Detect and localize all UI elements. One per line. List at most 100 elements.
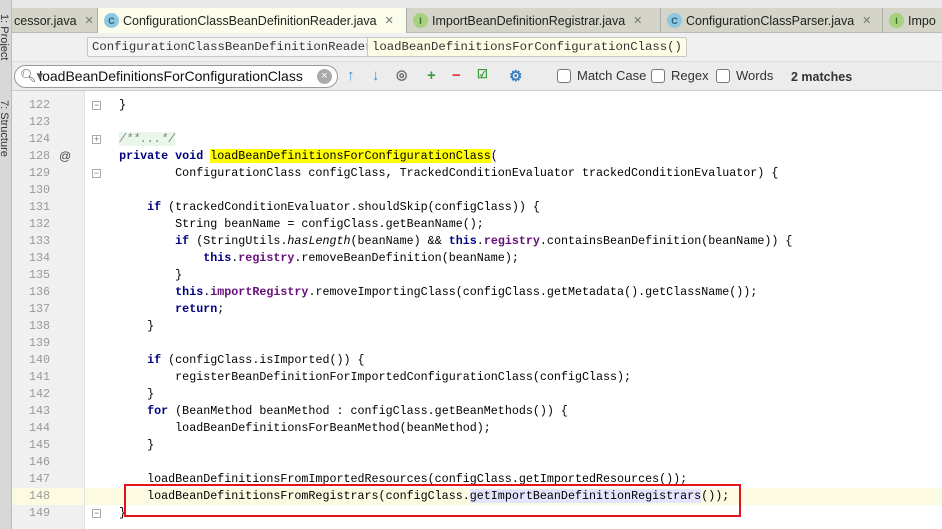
match-count: 2 matches [791, 70, 853, 84]
code-text: String beanName = configClass.getBeanNam… [91, 216, 484, 233]
tab-4[interactable]: I Impo [883, 8, 942, 33]
code-token: registry [483, 234, 540, 248]
code-token: importRegistry [210, 285, 309, 299]
code-line[interactable]: loadBeanDefinitionsForBeanMethod(beanMet… [85, 420, 942, 437]
code-text: return; [91, 301, 224, 318]
code-token: if [175, 234, 197, 248]
tab-label: ConfigurationClassParser.java [686, 13, 855, 28]
code-line[interactable]: } [85, 267, 942, 284]
tab-1[interactable]: C ConfigurationClassBeanDefinitionReader.… [98, 8, 407, 33]
close-tab-icon[interactable]: ✕ [862, 14, 871, 27]
code-line[interactable]: if (StringUtils.hasLength(beanName) && t… [85, 233, 942, 250]
code-text: private void loadBeanDefinitionsForConfi… [91, 148, 498, 165]
code-line[interactable] [85, 114, 942, 131]
search-input[interactable]: 🔍︎▾ loadBeanDefinitionsForConfigurationC… [14, 65, 338, 88]
code-line[interactable] [85, 335, 942, 352]
words-checkbox[interactable]: Words [716, 68, 773, 83]
code-line[interactable]: } [85, 437, 942, 454]
override-marker-icon[interactable]: @ [59, 148, 71, 165]
close-tab-icon[interactable]: ✕ [633, 14, 642, 27]
code-token: .removeImportingClass(configClass.getMet… [308, 285, 758, 299]
tab-2[interactable]: I ImportBeanDefinitionRegistrar.java ✕ [407, 8, 661, 33]
structure-tool-button[interactable]: 7: Structure [0, 100, 10, 157]
code-token: ( [490, 149, 498, 163]
breadcrumb-class[interactable]: ConfigurationClassBeanDefinitionReader [87, 37, 378, 57]
code-text: loadBeanDefinitionsForBeanMethod(beanMet… [91, 420, 491, 437]
code-text: } [91, 437, 154, 454]
tab-3[interactable]: C ConfigurationClassParser.java ✕ [661, 8, 883, 33]
tab-0[interactable]: cessor.java ✕ [12, 8, 98, 33]
code-token: this [175, 285, 204, 299]
select-all-occurrences-icon[interactable]: ◎ [396, 67, 407, 83]
code-token: } [91, 438, 155, 452]
toggle-occurrence-icon[interactable]: ☑ [477, 67, 488, 81]
line-number: 140 [28, 353, 50, 367]
tab-label: ConfigurationClassBeanDefinitionReader.j… [123, 13, 377, 28]
code-line[interactable]: if (trackedConditionEvaluator.shouldSkip… [85, 199, 942, 216]
code-line[interactable]: private void loadBeanDefinitionsForConfi… [85, 148, 942, 165]
line-number: 145 [28, 438, 50, 452]
code-text: } [91, 318, 154, 335]
code-text: } [91, 267, 182, 284]
search-icon[interactable]: 🔍︎▾ [20, 68, 43, 84]
line-number: 131 [28, 200, 50, 214]
code-line[interactable] [85, 182, 942, 199]
code-token: } [91, 387, 155, 401]
code-token: registry [238, 251, 295, 265]
code-line[interactable]: ConfigurationClass configClass, TrackedC… [85, 165, 942, 182]
close-tab-icon[interactable]: ✕ [385, 14, 394, 27]
code-text: for (BeanMethod beanMethod : configClass… [91, 403, 568, 420]
regex-checkbox[interactable]: Regex [651, 68, 709, 83]
interface-icon: I [413, 13, 428, 28]
remove-occurrence-icon[interactable]: − [452, 67, 461, 84]
code-token: ; [217, 302, 225, 316]
code-line[interactable]: for (BeanMethod beanMethod : configClass… [85, 403, 942, 420]
code-line[interactable]: registerBeanDefinitionForImportedConfigu… [85, 369, 942, 386]
code-line[interactable]: } [85, 386, 942, 403]
code-text: this.importRegistry.removeImportingClass… [91, 284, 757, 301]
line-number: 148 [28, 489, 50, 503]
code-line[interactable] [85, 454, 942, 471]
match-case-checkbox[interactable]: Match Case [557, 68, 646, 83]
search-value: loadBeanDefinitionsForConfigurationClass [39, 68, 303, 84]
line-number: 124 [28, 132, 50, 146]
search-match: loadBeanDefinitionsForConfigurationClass [210, 149, 491, 163]
previous-occurrence-icon[interactable]: ↑ [347, 67, 355, 84]
interface-icon: I [889, 13, 904, 28]
code-line[interactable]: String beanName = configClass.getBeanNam… [85, 216, 942, 233]
code-token: private void [119, 149, 211, 163]
regex-label: Regex [671, 68, 709, 83]
code-line[interactable]: } [85, 97, 942, 114]
line-number: 142 [28, 387, 50, 401]
line-number: 130 [28, 183, 50, 197]
top-bar [12, 0, 942, 8]
code-line[interactable]: if (configClass.isImported()) { [85, 352, 942, 369]
code-token: this [203, 251, 232, 265]
project-tool-button[interactable]: 1: Project [0, 14, 10, 60]
code-line[interactable]: } [85, 318, 942, 335]
clear-icon[interactable]: × [317, 69, 332, 84]
line-number: 134 [28, 251, 50, 265]
code-token: /**...*/ [119, 132, 176, 146]
editor-tabs: cessor.java ✕ C ConfigurationClassBeanDefin… [12, 8, 942, 33]
breadcrumb-method[interactable]: loadBeanDefinitionsForConfigurationClass… [367, 37, 687, 57]
code-line[interactable]: return; [85, 301, 942, 318]
code-line[interactable]: this.importRegistry.removeImportingClass… [85, 284, 942, 301]
line-number: 128 [28, 149, 50, 163]
close-tab-icon[interactable]: ✕ [85, 14, 94, 27]
code-line[interactable]: this.registry.removeBeanDefinition(beanN… [85, 250, 942, 267]
code-text: ConfigurationClass configClass, TrackedC… [91, 165, 778, 182]
code-line[interactable]: /**...*/ [85, 131, 942, 148]
tab-label: ImportBeanDefinitionRegistrar.java [432, 13, 626, 28]
code-editor[interactable]: } /**...*/ private void loadBeanDefiniti… [85, 91, 942, 529]
add-occurrence-icon[interactable]: + [427, 67, 436, 84]
breadcrumb: ConfigurationClassBeanDefinitionReader l… [12, 33, 942, 62]
code-token: } [91, 98, 127, 112]
next-occurrence-icon[interactable]: ↓ [372, 67, 380, 84]
settings-gear-icon[interactable]: ⚙ [509, 67, 522, 85]
